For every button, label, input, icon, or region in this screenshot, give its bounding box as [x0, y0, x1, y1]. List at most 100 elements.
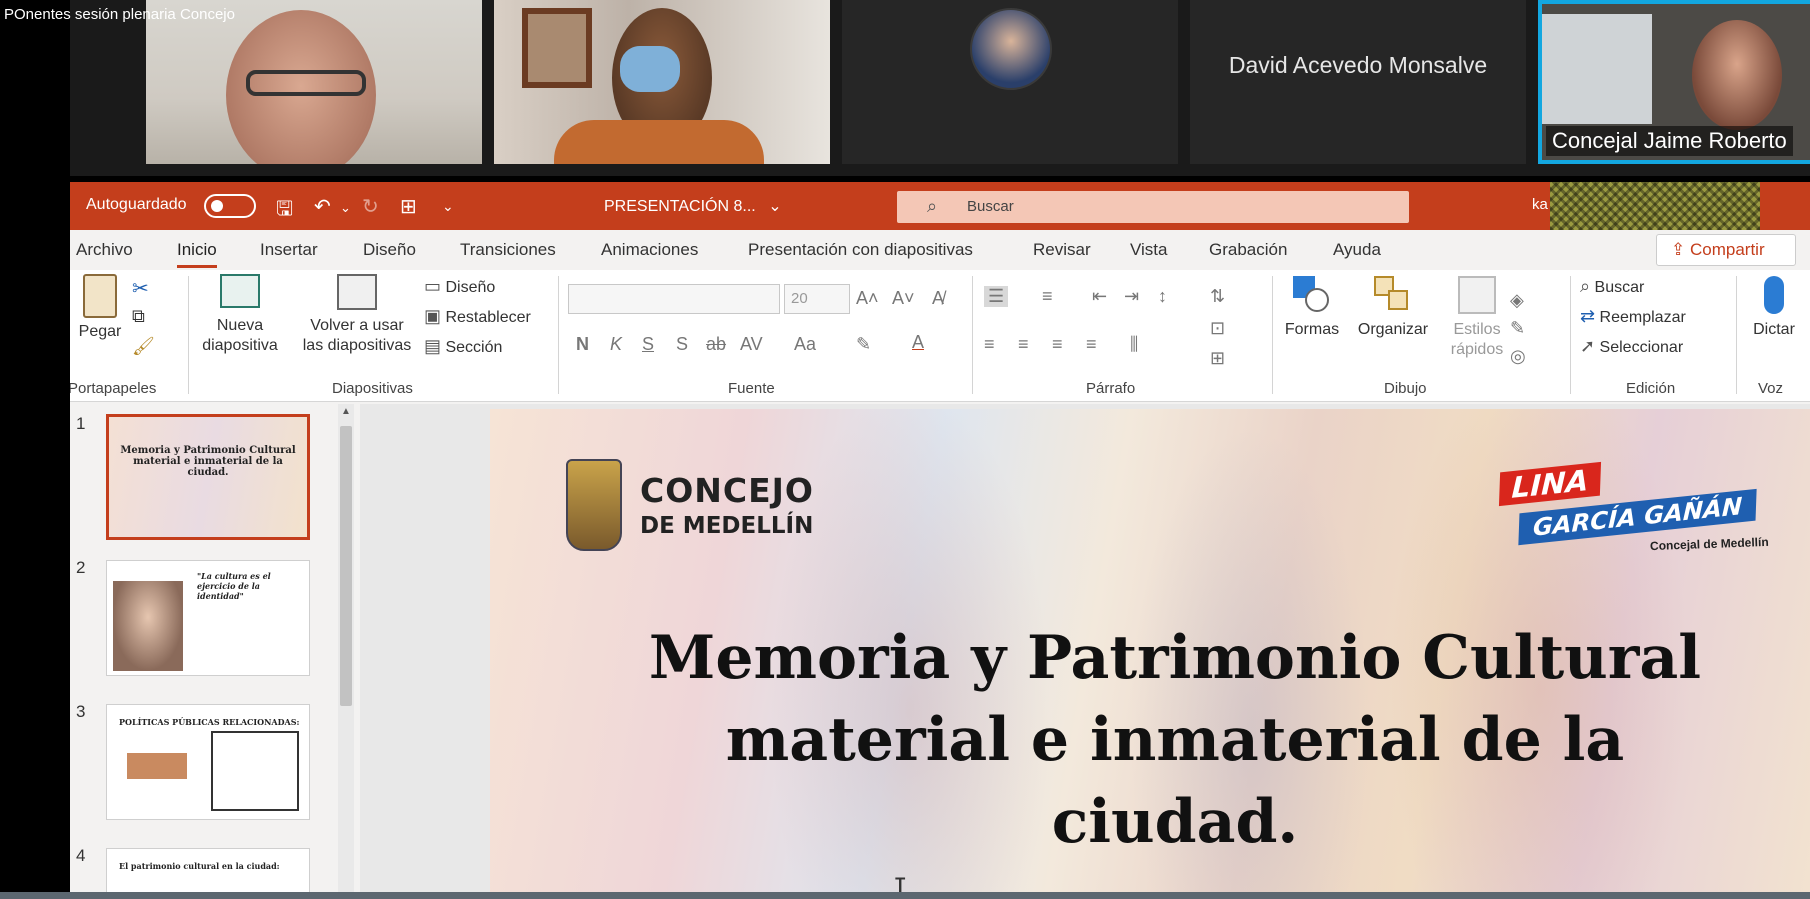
slide-thumbnail[interactable]: POLÍTICAS PÚBLICAS RELACIONADAS:: [106, 704, 310, 820]
justify-icon[interactable]: ≡: [1086, 334, 1097, 355]
bottom-bar: [0, 892, 1810, 899]
align-center-icon[interactable]: ≡: [1018, 334, 1029, 355]
change-case-button[interactable]: Aa: [794, 334, 816, 355]
present-icon[interactable]: ⊞: [400, 194, 417, 219]
text-direction-icon[interactable]: ⇅: [1210, 286, 1225, 307]
align-right-icon[interactable]: ≡: [1052, 334, 1063, 355]
align-left-icon[interactable]: ≡: [984, 334, 995, 355]
redo-icon[interactable]: ↻: [362, 194, 379, 219]
slide-title[interactable]: Memoria y Patrimonio Cultural material e…: [530, 617, 1810, 863]
increase-indent-icon[interactable]: ⇥: [1124, 286, 1139, 307]
customize-toolbar-icon[interactable]: ⌄: [442, 198, 454, 215]
layout-icon: ▭: [424, 276, 442, 296]
share-icon: ⇪: [1671, 240, 1686, 259]
reuse-slides-button[interactable]: Volver a usar las diapositivas: [302, 274, 412, 356]
tab-diseno[interactable]: Diseño: [363, 240, 416, 260]
highlight-icon[interactable]: ✎: [856, 334, 871, 355]
current-slide[interactable]: CONCEJO DE MEDELLÍN LINA GARCÍA GAÑÁN Co…: [490, 409, 1810, 899]
tab-revisar[interactable]: Revisar: [1033, 240, 1091, 260]
shrink-font-icon[interactable]: A˅: [892, 288, 915, 309]
cut-icon[interactable]: ✂: [132, 276, 149, 301]
save-icon[interactable]: 🖫: [276, 194, 293, 228]
italic-button[interactable]: K: [610, 334, 622, 355]
shape-effects-icon[interactable]: ◎: [1510, 346, 1526, 367]
bold-button[interactable]: N: [576, 334, 589, 355]
participant-tile-1[interactable]: [146, 0, 482, 164]
shape-fill-icon[interactable]: ◈: [1510, 290, 1524, 311]
arrange-button[interactable]: Organizar: [1350, 276, 1436, 340]
slide-thumbnail[interactable]: "La cultura es el ejercicio de la identi…: [106, 560, 310, 676]
section-button[interactable]: ▤ Sección: [424, 336, 502, 357]
slide-thumbnails-pane: 1 Memoria y Patrimonio Cultural material…: [70, 404, 360, 899]
share-button[interactable]: ⇪ Compartir: [1656, 234, 1796, 266]
shadow-button[interactable]: S: [676, 334, 688, 355]
group-parrafo: Párrafo: [1086, 380, 1136, 397]
format-painter-icon[interactable]: 🖌: [132, 336, 155, 357]
undo-dropdown-icon[interactable]: ⌄: [340, 200, 351, 216]
glasses-icon: [246, 70, 366, 96]
find-button[interactable]: ⌕ Buscar: [1580, 276, 1644, 297]
tab-animaciones[interactable]: Animaciones: [601, 240, 698, 260]
font-size-select[interactable]: 20: [784, 284, 850, 314]
tab-grabacion[interactable]: Grabación: [1209, 240, 1287, 260]
select-button[interactable]: ➚ Seleccionar: [1580, 336, 1683, 357]
tab-inicio[interactable]: Inicio: [177, 240, 217, 268]
underline-button[interactable]: S: [642, 334, 654, 355]
columns-icon[interactable]: ⫼: [1130, 334, 1138, 355]
replace-button[interactable]: ⇄ Reemplazar: [1580, 306, 1686, 327]
font-family-select[interactable]: [568, 284, 780, 314]
account-name[interactable]: ka: [1532, 196, 1548, 213]
brand-name-first: LINA: [1498, 461, 1602, 507]
autosave-toggle[interactable]: [204, 194, 256, 218]
tab-transiciones[interactable]: Transiciones: [460, 240, 556, 260]
line-spacing-icon[interactable]: ↕: [1158, 286, 1167, 307]
shape-outline-icon[interactable]: ✎: [1510, 318, 1525, 339]
tab-vista[interactable]: Vista: [1130, 240, 1168, 260]
font-color-icon[interactable]: A: [912, 332, 924, 353]
undo-icon[interactable]: ↶: [314, 194, 331, 219]
search-input[interactable]: ⌕ Buscar: [897, 191, 1409, 223]
new-slide-button[interactable]: Nueva diapositiva: [190, 274, 290, 356]
strikethrough-button[interactable]: ab: [706, 334, 726, 355]
participant-tile-5-active[interactable]: Concejal Jaime Roberto: [1538, 0, 1810, 164]
numbering-icon[interactable]: ≡: [1042, 286, 1053, 307]
align-text-icon[interactable]: ⊡: [1210, 318, 1225, 339]
slide-canvas: CONCEJO DE MEDELLÍN LINA GARCÍA GAÑÁN Co…: [360, 404, 1810, 899]
copy-icon[interactable]: ⧉: [132, 306, 145, 327]
smartart-icon[interactable]: ⊞: [1210, 348, 1225, 369]
quick-styles-label-1: Estilos: [1453, 321, 1501, 338]
mask-icon: [620, 46, 680, 92]
char-spacing-button[interactable]: AV: [740, 334, 763, 355]
participant-tile-2[interactable]: [494, 0, 830, 164]
tab-ayuda[interactable]: Ayuda: [1333, 240, 1381, 260]
dictate-label: Dictar: [1753, 321, 1795, 338]
ribbon: Pegar ✂ ⧉ 🖌 Portapapeles Nueva diapositi…: [70, 270, 1810, 402]
slide-thumbnail[interactable]: Memoria y Patrimonio Cultural material e…: [106, 414, 310, 540]
reset-button[interactable]: ▣ Restablecer: [424, 306, 531, 327]
bullets-icon[interactable]: ☰: [984, 286, 1009, 307]
document-name[interactable]: PRESENTACIÓN 8... ⌄: [604, 196, 782, 216]
scroll-up-icon[interactable]: ▲: [341, 406, 351, 417]
quick-styles-button[interactable]: Estilos rápidos: [1444, 276, 1510, 360]
dictate-button[interactable]: Dictar: [1742, 276, 1806, 340]
thumb-number: 4: [76, 846, 86, 865]
clear-format-icon[interactable]: A̸: [932, 288, 944, 309]
scroll-thumb[interactable]: [340, 426, 352, 706]
participant-tile-3[interactable]: [842, 0, 1178, 164]
grow-font-icon[interactable]: A˄: [856, 288, 879, 309]
tab-archivo[interactable]: Archivo: [76, 240, 133, 260]
decrease-indent-icon[interactable]: ⇤: [1092, 286, 1107, 307]
thumbnails-scrollbar[interactable]: ▲: [338, 404, 354, 899]
shapes-button[interactable]: Formas: [1280, 276, 1344, 340]
thumb-box: [211, 731, 299, 811]
tab-insertar[interactable]: Insertar: [260, 240, 318, 260]
ribbon-tabs: Archivo Inicio Insertar Diseño Transicio…: [70, 230, 1810, 270]
tab-presentacion[interactable]: Presentación con diapositivas: [748, 240, 973, 260]
ppt-titlebar: Autoguardado 🖫 ↶ ⌄ ↻ ⊞ ⌄ PRESENTACIÓN 8.…: [70, 182, 1810, 230]
pointer-icon: ➚: [1580, 336, 1596, 356]
paste-button[interactable]: Pegar: [70, 274, 130, 342]
thumb-portrait: [113, 581, 183, 671]
participant-tile-4[interactable]: David Acevedo Monsalve: [1190, 0, 1526, 164]
layout-button[interactable]: ▭ Diseño: [424, 276, 495, 297]
reuse-slides-label-1: Volver a usar: [310, 317, 404, 334]
